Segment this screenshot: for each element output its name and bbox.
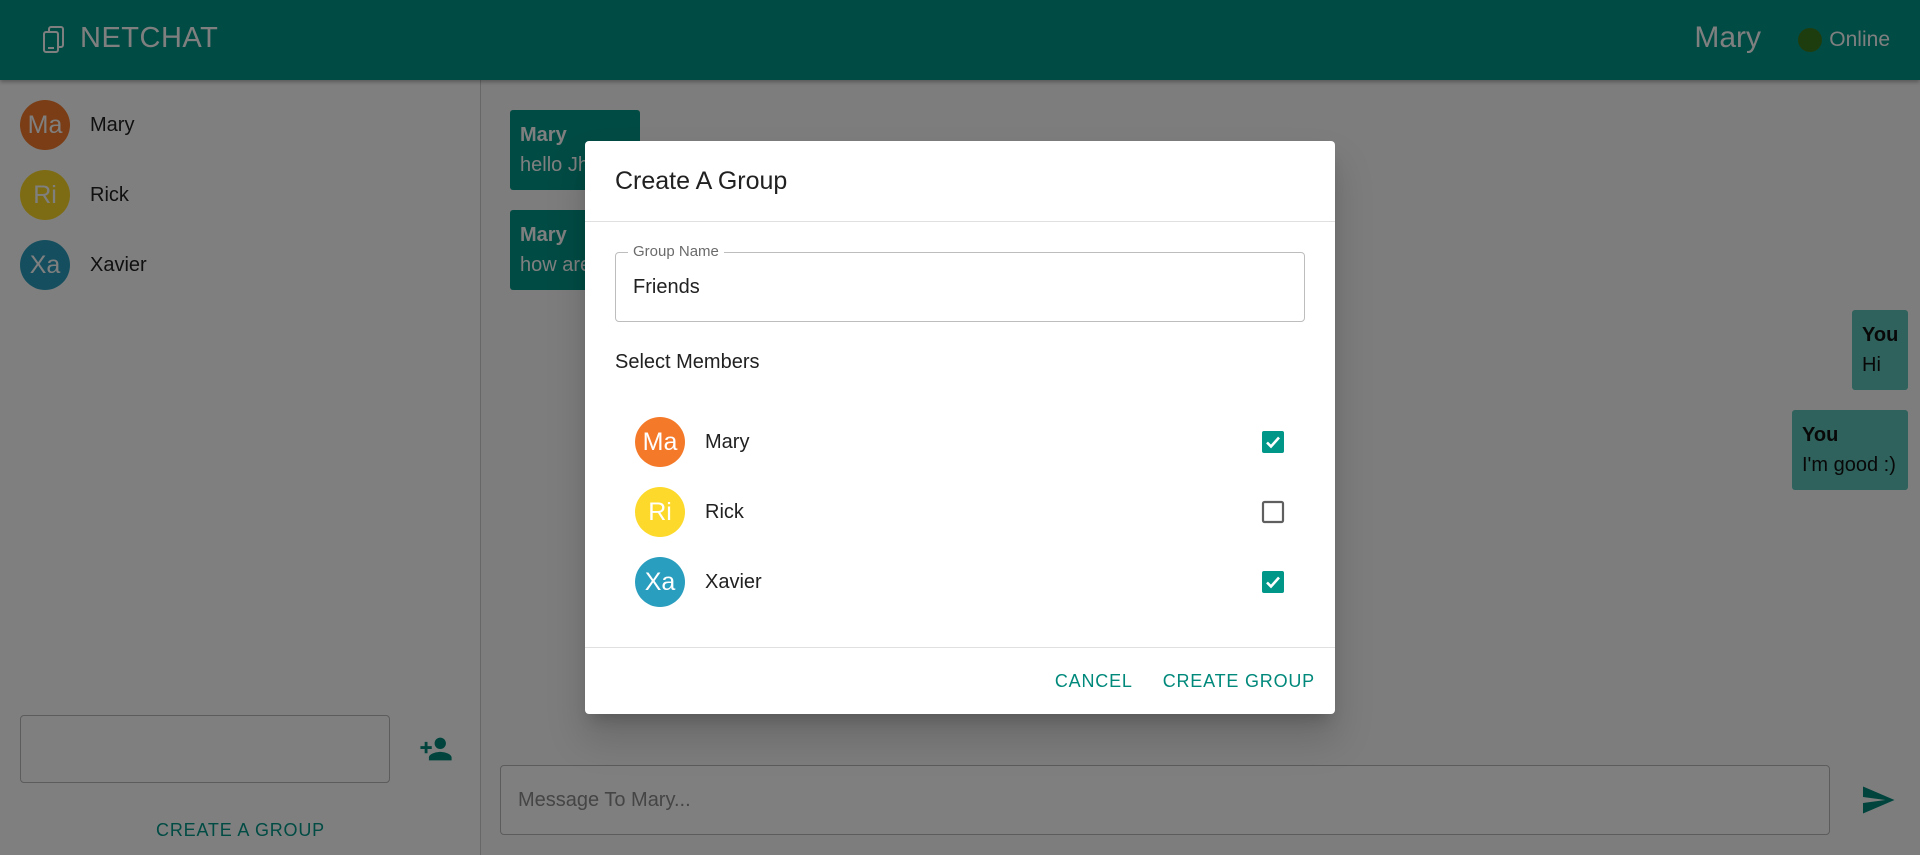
member-name: Mary [705,430,750,453]
member-row-rick[interactable]: Ri Rick [635,487,1285,537]
avatar: Xa [635,557,685,607]
dialog-actions: CANCEL CREATE GROUP [1055,671,1315,692]
checkbox-checked-icon[interactable] [1261,430,1285,454]
member-row-xavier[interactable]: Xa Xavier [635,557,1285,607]
create-group-button[interactable]: CREATE GROUP [1163,671,1315,692]
member-row-mary[interactable]: Ma Mary [635,417,1285,467]
select-members-label: Select Members [615,351,760,373]
checkbox-checked-icon[interactable] [1261,570,1285,594]
member-name: Rick [705,500,744,523]
create-group-dialog: Create A Group Group Name Friends Select… [585,141,1335,714]
checkbox-unchecked-icon[interactable] [1261,500,1285,524]
group-name-label: Group Name [628,243,724,260]
group-name-field[interactable]: Group Name Friends [615,243,1305,322]
member-name: Xavier [705,570,762,593]
avatar: Ma [635,417,685,467]
group-name-value: Friends [633,276,700,298]
divider [585,221,1335,222]
dialog-title: Create A Group [615,167,788,195]
cancel-button[interactable]: CANCEL [1055,671,1133,692]
divider [585,647,1335,648]
avatar: Ri [635,487,685,537]
